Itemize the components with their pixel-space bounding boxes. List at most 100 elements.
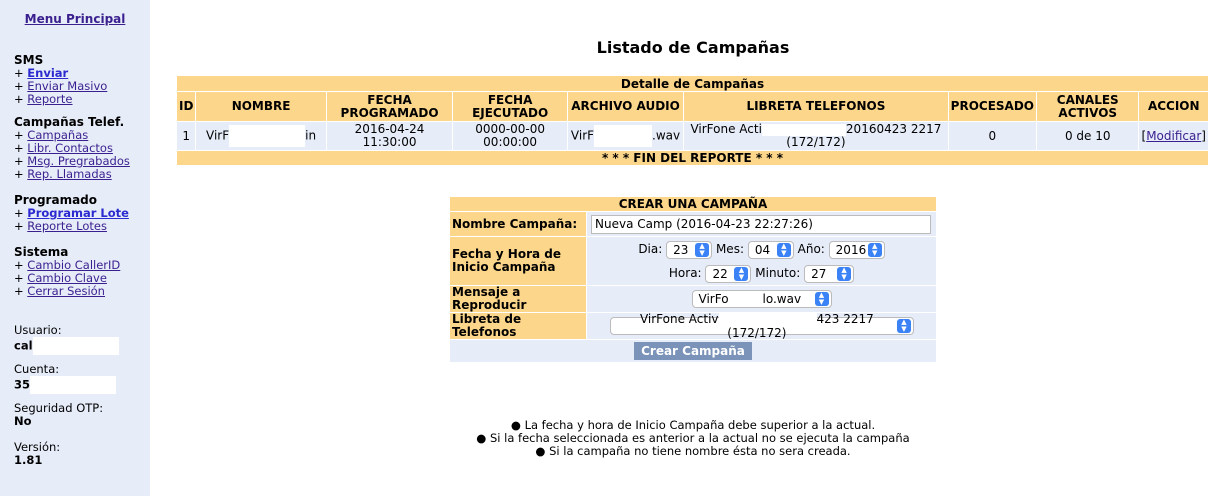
cell-id: 1 — [177, 122, 196, 150]
minuto-label: Minuto: — [755, 266, 801, 280]
select-arrows-icon: ▲ ▼ — [897, 319, 911, 333]
hora-row: Hora: 22 ▲ ▼ Minuto: 27 ▲ ▼ — [589, 261, 934, 285]
usuario-label: Usuario: — [14, 323, 62, 337]
mes-select[interactable]: 04 ▲ ▼ — [747, 240, 794, 259]
select-arrows-icon: ▲ ▼ — [695, 242, 710, 257]
select-arrows-icon: ▲ ▼ — [776, 242, 791, 257]
cell-fecha-ejecutado: 0000-00-00 00:00:00 — [453, 122, 567, 150]
fecha-hora-cell: Dia: 23 ▲ ▼ Mes: 04 ▲ ▼ Año: 2016 ▲ ▼ Hora: 22… — [587, 237, 936, 285]
rep-llamadas-link[interactable]: Rep. Llamadas — [27, 167, 111, 181]
col-fecha-ejecutado: FECHA EJECUTADO — [453, 92, 567, 121]
fecha-hora-label: Fecha y Hora de Inicio Campaña — [450, 237, 586, 285]
anio-label: Año: — [797, 242, 825, 256]
notes: ● La fecha y hora de Inicio Campaña debe… — [0, 419, 1222, 458]
menu-principal-link[interactable]: Menu Principal — [0, 12, 150, 26]
libr-contactos-link[interactable]: Libr. Contactos — [27, 141, 113, 155]
cell-libreta-telefonos: VirFone Acti 20160423 2217 (172/172) — [684, 122, 948, 150]
cuenta-redaction — [30, 376, 117, 394]
nombre-campana-cell — [587, 212, 936, 236]
programar-lote-link[interactable]: Programar Lote — [27, 206, 129, 220]
col-id: ID — [177, 92, 196, 121]
usuario-value: cal — [14, 338, 33, 353]
enviar-link[interactable]: Enviar — [27, 66, 68, 80]
cell-fecha-programado: 2016-04-24 11:30:00 — [326, 122, 453, 150]
report-section-title: Detalle de Campañas — [177, 76, 1208, 91]
page-title: Listado de Campañas — [596, 38, 790, 57]
create-campaign-form: CREAR UNA CAMPAÑA Nombre Campaña: Fecha … — [449, 196, 937, 363]
cuenta-label: Cuenta: — [14, 362, 60, 376]
enviar-masivo-link[interactable]: Enviar Masivo — [27, 79, 107, 93]
nombre-campana-input[interactable] — [591, 214, 931, 234]
col-fecha-programado: FECHA PROGRAMADO — [326, 92, 453, 121]
dia-select[interactable]: 23 ▲ ▼ — [666, 240, 713, 259]
select-arrows-icon: ▲ ▼ — [837, 266, 852, 281]
section-sistema: Sistema + Cambio CallerID + Cambio Clave… — [14, 246, 120, 298]
hora-label: Hora: — [668, 266, 702, 280]
report-footer: * * * FIN DEL REPORTE * * * — [177, 151, 1208, 165]
libreta-redaction — [761, 123, 846, 136]
reporte-lotes-link[interactable]: Reporte Lotes — [27, 219, 107, 233]
fecha-row: Dia: 23 ▲ ▼ Mes: 04 ▲ ▼ Año: 2016 ▲ ▼ — [589, 237, 934, 261]
usuario-redaction — [32, 337, 119, 355]
mensaje-label: Mensaje a Reproducir — [450, 286, 586, 312]
libreta-cell: VirFone Activ 423 2217 (172/172) ▲ ▼ — [587, 312, 936, 340]
select-arrows-icon: ▲ ▼ — [814, 292, 829, 306]
nombre-redaction — [229, 125, 306, 147]
cambio-callerid-link[interactable]: Cambio CallerID — [27, 258, 120, 272]
campaigns-table: Detalle de Campañas ID NOMBRE FECHA PROG… — [176, 75, 1209, 166]
libreta-select-redaction — [718, 312, 817, 327]
col-accion: ACCION — [1139, 92, 1208, 121]
modificar-link[interactable]: Modificar — [1146, 129, 1201, 143]
libreta-select[interactable]: VirFone Activ 423 2217 (172/172) ▲ ▼ — [609, 312, 914, 340]
sidebar-item-llamadas: + Rep. Llamadas — [14, 167, 112, 181]
mensaje-select[interactable]: VirFo lo.wav ▲ ▼ — [691, 290, 832, 308]
col-libreta-telefonos: LIBRETA TELEFONOS — [684, 92, 948, 121]
usuario-row: cal — [14, 337, 119, 355]
cuenta-value: 35 — [14, 377, 31, 392]
cerrar-sesion-link[interactable]: Cerrar Sesión — [27, 284, 105, 298]
col-archivo-audio: ARCHIVO AUDIO — [567, 92, 684, 121]
anio-select[interactable]: 2016 ▲ ▼ — [828, 240, 885, 259]
dia-label: Dia: — [638, 242, 663, 256]
section-programado: Programado + Programar Lote + Reporte Lo… — [14, 194, 129, 233]
bullet-icon: ● — [476, 431, 487, 445]
crear-campana-button[interactable]: Crear Campaña — [634, 342, 752, 360]
info-cuenta: Cuenta: 35 — [14, 362, 117, 394]
sidebar-item-cerrar-sesion: + Cerrar Sesión — [14, 284, 105, 298]
col-canales-activos: CANALES ACTIVOS — [1037, 92, 1139, 121]
cell-procesado: 0 — [948, 122, 1036, 150]
submit-cell: Crear Campaña — [450, 340, 936, 362]
sidebar-item-reporte-lotes: + Reporte Lotes — [14, 219, 107, 233]
table-header-row: ID NOMBRE FECHA PROGRAMADO FECHA EJECUTA… — [177, 92, 1208, 121]
cell-accion: [Modificar] — [1139, 122, 1208, 150]
select-arrows-icon: ▲ ▼ — [734, 266, 749, 281]
cuenta-row: 35 — [14, 376, 117, 394]
msg-pregrabados-link[interactable]: Msg. Pregrabados — [27, 154, 130, 168]
cell-nombre: VirF in — [196, 122, 326, 150]
cell-archivo-audio: VirF .wav — [567, 122, 684, 150]
section-sms: SMS + Enviar + Enviar Masivo + Reporte — [14, 54, 107, 106]
cambio-clave-link[interactable]: Cambio Clave — [27, 271, 107, 285]
note-item: ● Si la campaña no tiene nombre ésta no … — [535, 444, 851, 458]
col-nombre: NOMBRE — [196, 92, 326, 121]
cell-canales-activos: 0 de 10 — [1037, 122, 1139, 150]
archivo-redaction — [594, 125, 653, 147]
reporte-link[interactable]: Reporte — [27, 92, 72, 106]
mensaje-cell: VirFo lo.wav ▲ ▼ — [587, 286, 936, 312]
libreta-label: Libreta de Telefonos — [450, 313, 586, 339]
mensaje-redaction — [728, 292, 763, 307]
table-row: 1 VirF in 2016-04-24 11:30:00 0000-00-00 … — [177, 122, 1208, 150]
create-campaign-title: CREAR UNA CAMPAÑA — [450, 197, 936, 211]
info-usuario: Usuario: cal — [14, 324, 119, 355]
mes-label: Mes: — [715, 242, 744, 256]
col-procesado: PROCESADO — [948, 92, 1036, 121]
bullet-icon: ● — [510, 418, 521, 432]
nombre-campana-label: Nombre Campaña: — [450, 212, 586, 236]
hora-select[interactable]: 22 ▲ ▼ — [705, 264, 752, 283]
select-arrows-icon: ▲ ▼ — [867, 242, 882, 257]
section-campanas: Campañas Telef. + Campañas + Libr. Conta… — [14, 116, 130, 181]
minuto-select[interactable]: 27 ▲ ▼ — [804, 264, 855, 283]
bullet-icon: ● — [535, 444, 546, 458]
campanas-link[interactable]: Campañas — [27, 128, 88, 142]
sidebar-item-reporte: + Reporte — [14, 92, 73, 106]
